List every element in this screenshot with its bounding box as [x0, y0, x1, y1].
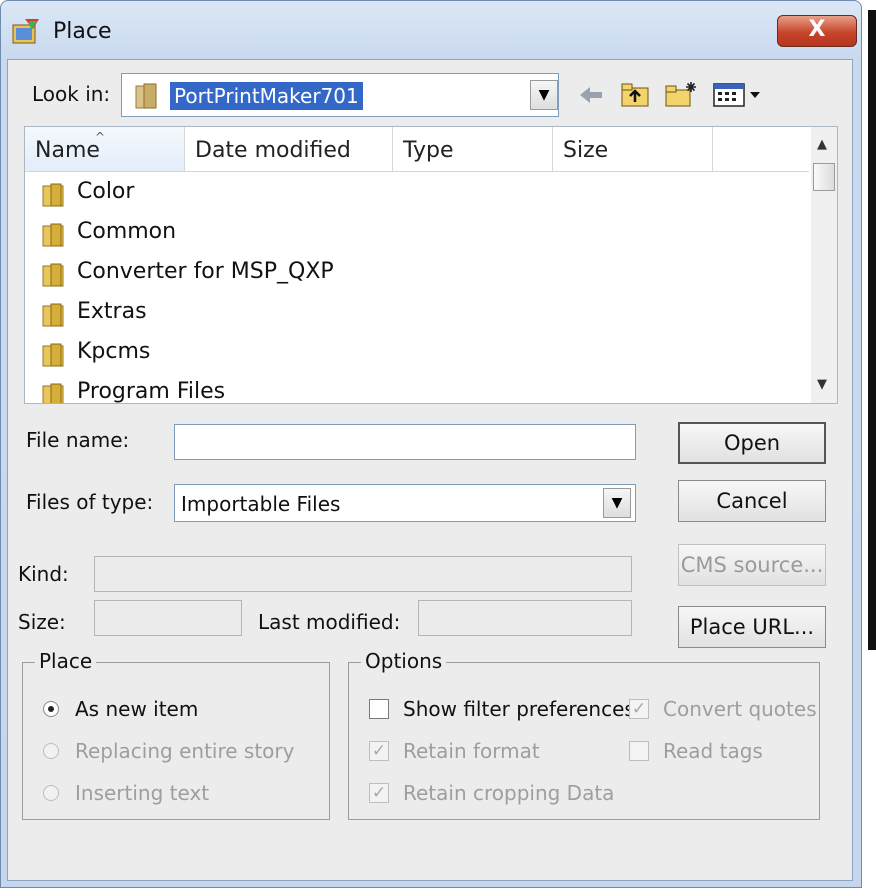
size-field	[94, 600, 242, 636]
view-menu-icon[interactable]	[712, 80, 766, 110]
list-item[interactable]: Color	[25, 173, 809, 213]
file-name-input[interactable]	[174, 424, 636, 460]
retain-cropping-data-checkbox[interactable]: ✓	[369, 783, 389, 803]
folder-icon	[42, 263, 64, 287]
look-in-label: Look in:	[32, 82, 111, 106]
column-header-size[interactable]: Size	[553, 127, 713, 171]
column-header-label: Date modified	[195, 138, 351, 163]
column-header-label: Name	[35, 138, 100, 163]
item-name: Common	[77, 219, 177, 244]
item-name: Program Files	[77, 379, 226, 404]
back-icon[interactable]	[576, 80, 606, 110]
place-url-button[interactable]: Place URL...	[678, 606, 826, 648]
files-of-type-dropdown-button[interactable]: ▼	[603, 488, 631, 518]
options-group: Options Show filter preferences ✓ Conver…	[348, 649, 820, 820]
inserting-text-label[interactable]: Inserting text	[75, 781, 209, 805]
item-name: Extras	[77, 299, 147, 324]
window-title: Place	[53, 19, 112, 44]
list-item[interactable]: Kpcms	[25, 333, 809, 373]
read-tags-label[interactable]: Read tags	[663, 739, 763, 763]
file-list[interactable]: ^ Name Date modified Type Size Color Com…	[24, 126, 838, 404]
folder-icon	[42, 303, 64, 327]
look-in-value: PortPrintMaker701	[170, 82, 363, 110]
cms-source-button[interactable]: CMS source...	[678, 544, 826, 586]
item-name: Kpcms	[77, 339, 151, 364]
inserting-text-radio[interactable]	[43, 785, 59, 801]
files-of-type-value: Importable Files	[181, 492, 341, 516]
item-name: Color	[77, 179, 135, 204]
files-of-type-combo[interactable]: Importable Files ▼	[174, 484, 636, 522]
retain-format-checkbox[interactable]: ✓	[369, 741, 389, 761]
last-modified-label: Last modified:	[258, 610, 401, 634]
list-rows: Color Common Converter for MSP_QXP Extra…	[25, 173, 809, 404]
retain-format-label[interactable]: Retain format	[403, 739, 540, 763]
place-app-icon	[12, 19, 39, 44]
sort-arrow-icon: ^	[95, 130, 106, 144]
retain-cropping-data-label[interactable]: Retain cropping Data	[403, 781, 614, 805]
kind-label: Kind:	[18, 562, 69, 586]
look-in-dropdown-button[interactable]: ▼	[530, 80, 558, 110]
file-name-label: File name:	[26, 428, 130, 452]
open-button[interactable]: Open	[678, 422, 826, 464]
scroll-thumb[interactable]	[813, 163, 835, 191]
convert-quotes-label[interactable]: Convert quotes	[663, 697, 817, 721]
as-new-item-label[interactable]: As new item	[75, 697, 198, 721]
list-item[interactable]: Extras	[25, 293, 809, 333]
folder-icon	[42, 183, 64, 207]
column-header-label: Size	[563, 138, 609, 163]
up-folder-icon[interactable]	[620, 80, 652, 110]
last-modified-field	[418, 600, 632, 636]
scroll-up-icon[interactable]: ▲	[817, 137, 827, 152]
cancel-button[interactable]: Cancel	[678, 480, 826, 522]
read-tags-checkbox[interactable]	[629, 741, 649, 761]
show-filter-preferences-label[interactable]: Show filter preferences	[403, 697, 635, 721]
kind-field	[94, 556, 632, 592]
column-header-label: Type	[403, 138, 454, 163]
column-header-type[interactable]: Type	[393, 127, 553, 171]
place-group: Place As new item Replacing entire story…	[22, 649, 330, 820]
place-group-title: Place	[35, 649, 97, 673]
list-item[interactable]: Converter for MSP_QXP	[25, 253, 809, 293]
folder-icon	[42, 343, 64, 367]
show-filter-preferences-checkbox[interactable]	[369, 699, 389, 719]
files-of-type-label: Files of type:	[26, 490, 154, 514]
list-item[interactable]: Common	[25, 213, 809, 253]
options-group-title: Options	[361, 649, 447, 673]
size-label: Size:	[18, 610, 66, 634]
close-button[interactable]: X	[777, 15, 857, 47]
new-folder-icon[interactable]	[664, 80, 698, 110]
scroll-down-icon[interactable]: ▼	[817, 377, 827, 392]
dialog-window: Place X Look in: PortPrintMaker701 ▼ ^ N…	[0, 0, 862, 888]
list-header: ^ Name Date modified Type Size	[25, 127, 809, 172]
list-item[interactable]: Program Files	[25, 373, 809, 404]
column-header-date-modified[interactable]: Date modified	[185, 127, 393, 171]
folder-icon	[135, 83, 157, 109]
item-name: Converter for MSP_QXP	[77, 259, 334, 284]
look-in-combo[interactable]: PortPrintMaker701 ▼	[121, 73, 559, 117]
as-new-item-radio[interactable]	[43, 701, 59, 717]
folder-icon	[42, 383, 64, 403]
replacing-entire-story-radio[interactable]	[43, 743, 59, 759]
convert-quotes-checkbox[interactable]: ✓	[629, 699, 649, 719]
background-edge	[868, 10, 876, 650]
replacing-entire-story-label[interactable]: Replacing entire story	[75, 739, 294, 763]
title-bar[interactable]: Place X	[9, 11, 857, 51]
vertical-scrollbar[interactable]: ▲ ▼	[811, 127, 837, 403]
column-header-name[interactable]: ^ Name	[25, 127, 185, 171]
folder-icon	[42, 223, 64, 247]
dialog-body: Look in: PortPrintMaker701 ▼ ^ Name Date…	[7, 59, 853, 881]
